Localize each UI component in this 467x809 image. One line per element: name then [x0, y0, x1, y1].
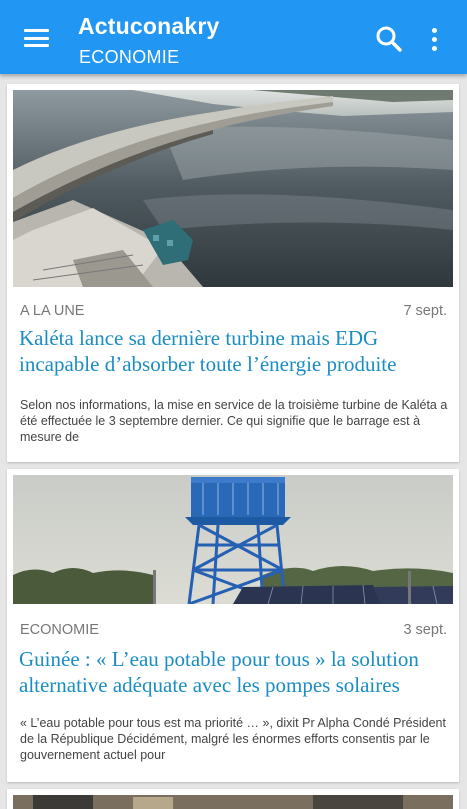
app-title: Actuconakry	[78, 13, 220, 39]
article-date: 3 sept.	[403, 622, 447, 638]
article-thumbnail	[13, 795, 453, 809]
section-title: ECONOMIE	[79, 47, 180, 67]
article-card-2[interactable]: ECONOMIE 3 sept. Guinée : « L’eau potabl…	[7, 469, 459, 782]
article-card-1[interactable]: A LA UNE 7 sept. Kaléta lance sa dernièr…	[7, 84, 459, 462]
article-date: 7 sept.	[403, 303, 447, 319]
more-vert-icon[interactable]	[420, 22, 450, 56]
article-card-3[interactable]	[7, 789, 459, 809]
article-excerpt: « L’eau potable pour tous est ma priorit…	[20, 716, 446, 762]
hamburger-menu-icon[interactable]	[14, 19, 58, 57]
article-title[interactable]: Guinée : « L’eau potable pour tous » la …	[19, 646, 449, 698]
article-category: ECONOMIE	[20, 622, 99, 638]
article-category: A LA UNE	[20, 303, 85, 319]
dam-reservoir-photo	[13, 90, 453, 287]
article-excerpt: Selon nos informations, la mise en servi…	[20, 398, 448, 444]
app-bar: Actuconakry ECONOMIE	[0, 0, 467, 74]
search-icon[interactable]	[372, 22, 406, 56]
article-title[interactable]: Kaléta lance sa dernière turbine mais ED…	[19, 325, 449, 377]
water-tower-solar-panels-photo	[13, 475, 453, 604]
